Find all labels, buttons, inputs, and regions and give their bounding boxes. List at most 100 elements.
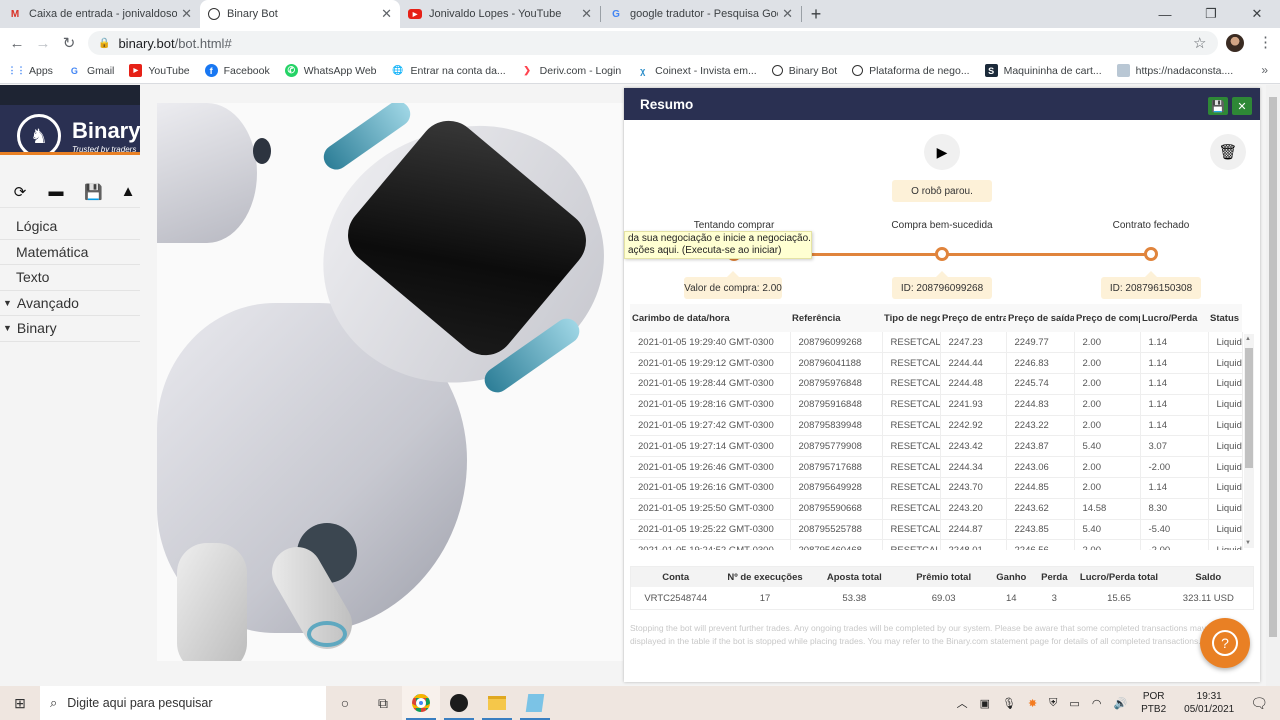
bookmark-coinext[interactable]: χ Coinext - Invista em... xyxy=(636,64,757,77)
trade-cell-ref: 208795525788 xyxy=(790,519,883,541)
bookmark-whatsapp[interactable]: ✆ WhatsApp Web xyxy=(284,64,377,77)
bookmark-facebook[interactable]: f Facebook xyxy=(204,64,270,77)
bookmark-label: WhatsApp Web xyxy=(303,64,377,77)
more-bookmarks-icon[interactable]: » xyxy=(1261,63,1268,77)
bookmark-apps[interactable]: ⋮⋮ Apps xyxy=(7,64,53,77)
column-header[interactable]: Carimbo de data/hora xyxy=(630,304,790,332)
scroll-down-icon[interactable]: ▼ xyxy=(1245,540,1251,546)
close-tab-icon[interactable]: ✕ xyxy=(181,6,192,22)
windows-start-button[interactable]: ⊞ xyxy=(0,695,40,712)
reload-button[interactable]: ↻ xyxy=(56,34,82,52)
trade-row: 2021-01-05 19:26:16 GMT-0300 208795649928… xyxy=(630,477,1243,499)
system-tray: ︿ ▣ 🎙 ✸ ⛨ ▭ ◠ 🔊 POR PTB2 19:31 05/01/202… xyxy=(951,686,1280,720)
taskbar-clock[interactable]: 19:31 05/01/2021 xyxy=(1184,690,1234,716)
summary-panel: Resumo 💾 ✕ ▶ 🗑 O robô parou. Tentando co… xyxy=(624,88,1260,682)
wifi-icon[interactable]: ◠ xyxy=(1092,697,1102,710)
close-window-button[interactable]: ✕ xyxy=(1234,0,1280,28)
taskbar-search[interactable]: ⌕ Digite aqui para pesquisar xyxy=(40,686,326,720)
language-indicator[interactable]: POR PTB2 xyxy=(1141,690,1166,716)
notifications-icon[interactable]: 🗨 xyxy=(1250,695,1268,712)
new-tab-button[interactable]: + xyxy=(802,0,830,28)
save-icon[interactable]: 💾 xyxy=(84,183,103,201)
bookmark-binary-bot[interactable]: Binary Bot xyxy=(771,65,837,77)
page-scrollbar[interactable] xyxy=(1266,85,1280,686)
security-shield-icon[interactable]: ⛨ xyxy=(1049,697,1057,710)
trade-cell-exit: 2243.85 xyxy=(1006,519,1075,541)
minimize-button[interactable]: — xyxy=(1142,0,1188,28)
volume-icon[interactable]: 🔊 xyxy=(1113,697,1127,710)
trade-cell-status: Liquidado xyxy=(1208,394,1243,416)
tab-label: Caixa de entrada - jonivaldosotn xyxy=(29,8,178,20)
trade-cell-entry: 2244.87 xyxy=(940,519,1007,541)
save-summary-button[interactable]: 💾 xyxy=(1208,97,1228,115)
tab-google[interactable]: G google tradutor - Pesquisa Goog ✕ xyxy=(601,0,801,28)
microphone-icon[interactable]: 🎙 xyxy=(1002,697,1016,710)
url-input[interactable]: 🔒 binary.bot/bot.html# xyxy=(88,31,1218,55)
menu-item-logica[interactable]: Lógica xyxy=(0,214,140,240)
tab-youtube[interactable]: ▶ Jonivaldo Lopes - YouTube ✕ xyxy=(400,0,600,28)
run-bot-button[interactable]: ▶ xyxy=(924,134,960,170)
bookmark-nadaconsta[interactable]: https://nadaconsta.... xyxy=(1116,64,1233,77)
bookmark-deriv[interactable]: ❯ Deriv.com - Login xyxy=(521,64,621,77)
column-header[interactable]: Preço de compra xyxy=(1074,304,1140,332)
bookmark-label: Apps xyxy=(29,64,53,77)
close-tab-icon[interactable]: ✕ xyxy=(381,6,392,22)
scrollbar-thumb[interactable] xyxy=(1269,97,1277,637)
close-tab-icon[interactable]: ✕ xyxy=(581,6,592,22)
scrollbar-thumb[interactable] xyxy=(1245,348,1253,468)
show-hidden-icons[interactable]: ︿ xyxy=(957,695,968,711)
column-header[interactable]: Status xyxy=(1208,304,1242,332)
menu-label: Avançado xyxy=(16,294,79,311)
bookmark-star-icon[interactable]: ☆ xyxy=(1193,34,1206,52)
column-header[interactable]: Lucro/Perda xyxy=(1140,304,1208,332)
back-button[interactable]: ← xyxy=(4,35,30,52)
browser-menu-icon[interactable]: ⋮ xyxy=(1258,33,1273,51)
cortana-icon[interactable]: ○ xyxy=(326,686,364,720)
trash-icon: 🗑 xyxy=(1218,144,1238,161)
file-explorer-icon[interactable] xyxy=(478,686,516,720)
trades-scrollbar[interactable]: ▲ ▼ xyxy=(1244,334,1254,548)
menu-item-matematica[interactable]: Matemática xyxy=(0,240,140,265)
tab-gmail[interactable]: M Caixa de entrada - jonivaldosotn ✕ xyxy=(0,0,200,28)
close-panel-button[interactable]: ✕ xyxy=(1232,97,1252,115)
column-header[interactable]: Preço de entrada xyxy=(940,304,1006,332)
menu-item-avancado[interactable]: ▼ Avançado xyxy=(0,291,140,316)
menu-item-texto[interactable]: Texto xyxy=(0,265,140,291)
maximize-button[interactable]: ❐ xyxy=(1188,0,1234,28)
help-button[interactable]: ? xyxy=(1200,618,1250,668)
google-drive-icon[interactable]: ▲ xyxy=(120,183,136,200)
menu-item-binary[interactable]: ▼ Binary xyxy=(0,316,140,342)
chrome-taskbar-icon[interactable] xyxy=(402,686,440,720)
trade-cell-exit: 2245.74 xyxy=(1006,373,1075,395)
column-header[interactable]: Tipo de negociação xyxy=(882,304,940,332)
trade-cell-status: Liquidado xyxy=(1208,519,1243,541)
battery-icon[interactable]: ▭ xyxy=(1069,697,1079,710)
avast-icon[interactable]: ✸ xyxy=(1028,697,1037,710)
close-tab-icon[interactable]: ✕ xyxy=(782,6,793,22)
column-header[interactable]: Preço de saída xyxy=(1006,304,1074,332)
coinext-icon: χ xyxy=(640,65,646,76)
tab-binary-bot[interactable]: Binary Bot ✕ xyxy=(200,0,400,28)
apps-grid-icon: ⋮⋮ xyxy=(7,65,26,75)
robot-finger xyxy=(177,543,247,661)
bookmark-gmail[interactable]: G Gmail xyxy=(68,64,114,77)
bookmark-maquininha[interactable]: S Maquininha de cart... xyxy=(984,64,1102,77)
bookmark-entrar[interactable]: 🌐 Entrar na conta da... xyxy=(392,64,505,77)
column-header: Perda xyxy=(1034,567,1075,587)
notepad-icon[interactable] xyxy=(516,686,554,720)
scroll-up-icon[interactable]: ▲ xyxy=(1245,336,1251,342)
profile-avatar[interactable] xyxy=(1226,34,1244,52)
folder-open-icon[interactable]: ▬ xyxy=(48,183,64,200)
column-header[interactable]: Referência xyxy=(790,304,882,332)
clear-stats-button[interactable]: 🗑 xyxy=(1210,134,1246,170)
task-view-icon[interactable]: ⧉ xyxy=(364,686,402,720)
camera-icon[interactable]: ▣ xyxy=(980,697,990,710)
forward-button[interactable]: → xyxy=(30,35,56,52)
bookmark-youtube[interactable]: ▶ YouTube xyxy=(129,64,190,77)
obs-taskbar-icon[interactable] xyxy=(440,686,478,720)
reset-icon[interactable]: ⟳ xyxy=(12,183,28,201)
binary-bot-icon xyxy=(208,8,220,20)
bookmark-plataforma[interactable]: Plataforma de nego... xyxy=(852,65,970,77)
globe-icon: 🌐 xyxy=(392,65,404,75)
trade-cell-entry: 2244.34 xyxy=(940,456,1007,479)
